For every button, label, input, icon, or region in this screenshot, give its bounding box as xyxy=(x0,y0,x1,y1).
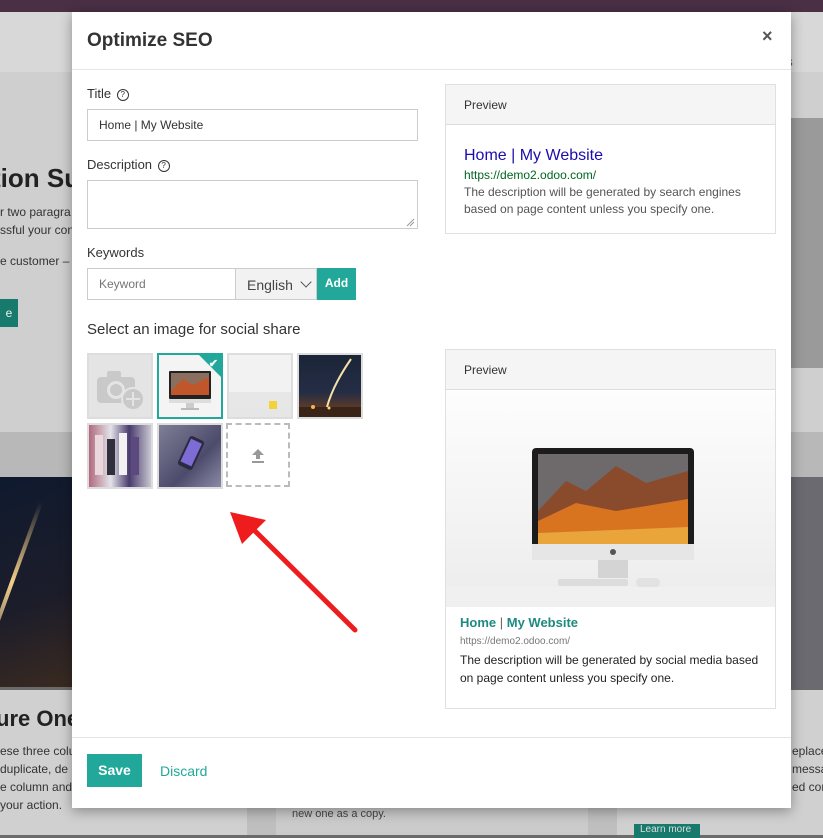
search-result-url: https://demo2.odoo.com/ xyxy=(464,168,597,182)
preview-header: Preview xyxy=(446,350,775,390)
right-text-line: messa xyxy=(792,762,823,776)
social-image-default[interactable] xyxy=(87,353,153,419)
feature-card-text: new one as a copy. xyxy=(276,808,588,835)
help-icon[interactable]: ? xyxy=(116,89,129,101)
language-selected: English xyxy=(247,277,293,293)
resize-handle-icon[interactable] xyxy=(406,218,415,227)
search-result-title: Home | My Website xyxy=(464,147,604,164)
hero-text: r two paragra ssful your con xyxy=(0,203,74,239)
close-button[interactable]: × xyxy=(762,26,773,47)
social-preview-description: The description will be generated by soc… xyxy=(460,653,759,685)
preview-header: Preview xyxy=(446,85,775,125)
dialog-header: Optimize SEO × xyxy=(72,12,791,70)
social-image-desk[interactable] xyxy=(227,353,293,419)
feature-text-line: duplicate, de xyxy=(0,762,69,776)
camera-add-icon xyxy=(97,371,145,411)
hero-quote: e customer – xyxy=(0,254,70,268)
hero-image-partial xyxy=(790,118,823,368)
rocket-image-partial xyxy=(0,477,72,687)
feature-text-line: e column and xyxy=(0,780,73,794)
checkmark-icon: ✔ xyxy=(208,358,218,370)
social-preview-panel: Preview Home | My Website https://demo2.… xyxy=(445,349,776,709)
description-input[interactable] xyxy=(87,180,418,229)
social-image-clothes[interactable] xyxy=(87,423,153,489)
add-keyword-button[interactable]: Add xyxy=(317,268,356,300)
social-preview-title: Home | My Website xyxy=(460,615,578,630)
annotation-arrow-icon xyxy=(230,512,358,633)
feature-text-line: ese three colu xyxy=(0,744,76,758)
social-preview-image xyxy=(446,391,775,607)
search-result-description: The description will be generated by sea… xyxy=(464,185,741,216)
phone-image-partial xyxy=(790,477,823,687)
description-label: Description ? xyxy=(87,157,170,172)
keyword-input[interactable] xyxy=(87,268,236,300)
chevron-down-icon xyxy=(300,276,312,288)
hero-button: e xyxy=(0,299,18,327)
rocket-thumbnail xyxy=(299,358,361,417)
clothes-thumbnail xyxy=(95,433,139,475)
title-input[interactable] xyxy=(87,109,418,141)
social-preview-url: https://demo2.odoo.com/ xyxy=(460,636,571,647)
feature-heading: ure One xyxy=(0,706,80,731)
feature-text-line: your action. xyxy=(0,798,63,812)
learn-more-button: Learn more xyxy=(634,824,700,838)
search-preview-panel: Preview Home | My Website https://demo2.… xyxy=(445,84,776,234)
dialog-footer: Save Discard xyxy=(72,737,791,809)
title-label: Title ? xyxy=(87,86,129,101)
keywords-label: Keywords xyxy=(87,245,145,260)
social-image-phone[interactable] xyxy=(157,423,223,489)
upload-icon xyxy=(252,449,264,463)
imac-preview-image xyxy=(446,448,775,607)
desk-thumbnail xyxy=(229,401,291,417)
description-label-text: Description xyxy=(87,157,153,172)
feature-text: ese three colu duplicate, de e column an… xyxy=(0,742,75,814)
right-text-line: ed corr xyxy=(792,780,823,794)
language-select[interactable]: English xyxy=(235,268,317,300)
social-title-separator: | xyxy=(496,615,507,630)
upload-image-button[interactable] xyxy=(226,423,290,487)
save-button[interactable]: Save xyxy=(87,754,142,787)
hero-text-line: r two paragra xyxy=(0,205,71,219)
social-share-label: Select an image for social share xyxy=(87,321,301,338)
hero-text-line: ssful your con xyxy=(0,223,75,237)
phone-thumbnail xyxy=(177,436,205,470)
social-title-part: My Website xyxy=(506,615,579,630)
right-text-line: eplace xyxy=(792,744,823,758)
dialog-title: Optimize SEO xyxy=(87,30,213,51)
social-image-rocket[interactable] xyxy=(297,353,363,419)
top-bar xyxy=(0,0,823,12)
hero-heading: tion Su xyxy=(0,163,81,193)
help-icon[interactable]: ? xyxy=(157,160,170,172)
right-feature-text: eplace messa ed corr xyxy=(792,742,823,796)
social-title-part: Home xyxy=(460,615,497,630)
title-label-text: Title xyxy=(87,86,112,101)
discard-button[interactable]: Discard xyxy=(160,763,207,779)
optimize-seo-dialog: Optimize SEO × Title ? Description ? Key… xyxy=(72,12,791,808)
social-image-imac[interactable]: ✔ xyxy=(157,353,223,419)
